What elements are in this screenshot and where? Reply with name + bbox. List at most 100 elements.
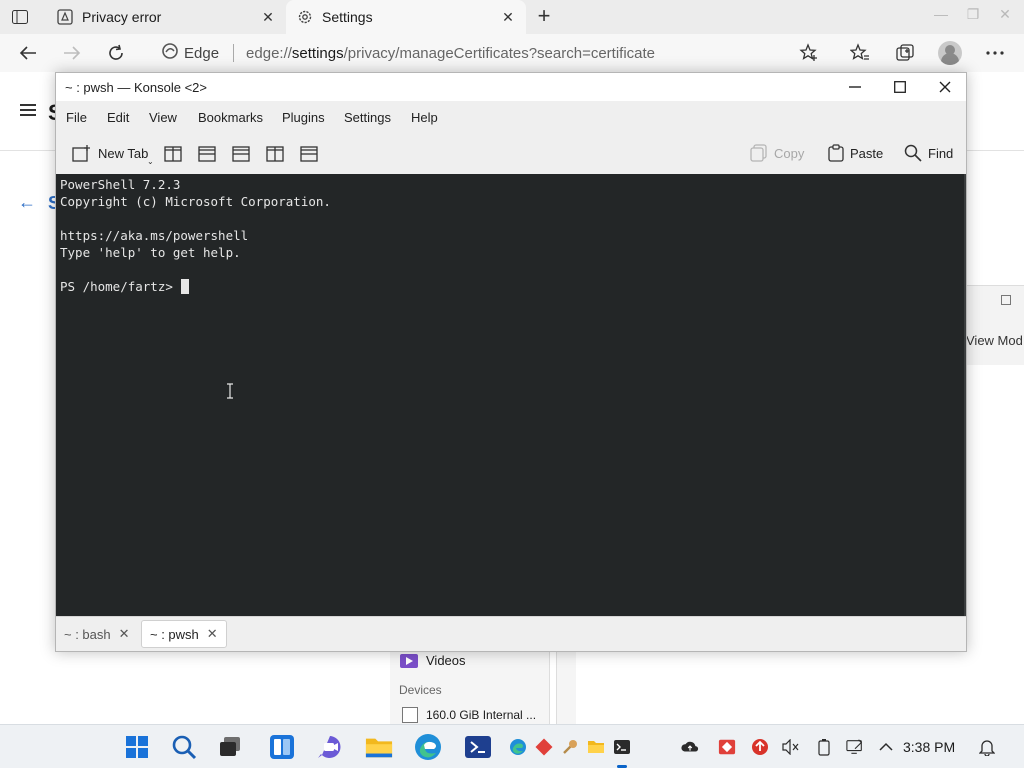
gear-icon [296,8,314,26]
tab-actions-icon[interactable] [10,7,30,27]
favorites-icon[interactable] [849,42,871,64]
split-top-bottom-icon[interactable] [300,145,318,163]
chevron-up-icon[interactable] [877,738,895,756]
close-window-icon[interactable]: ✕ [990,6,1020,26]
text-cursor [181,279,190,294]
split-top-bottom-icon[interactable] [198,145,216,163]
collections-icon[interactable] [894,42,916,64]
onedrive-sync-icon[interactable] [681,738,699,756]
update-icon[interactable] [751,738,769,756]
search-icon [904,144,922,162]
restore-icon[interactable]: ❐ [958,6,988,26]
url-rest: /privacy/manageCertificates?search=certi… [343,44,656,62]
paste-button[interactable]: Paste [828,144,883,162]
new-tab-icon [72,145,90,162]
dialog-view-mode-label: View Mod [966,333,1023,348]
split-left-right-icon[interactable] [266,145,284,163]
windows-start-icon[interactable] [123,733,151,761]
menu-help[interactable]: Help [411,110,438,125]
browser-tabstrip: Privacy error ✕ Settings ✕ + — ❐ ✕ [0,0,1024,34]
session-tab-bash[interactable]: ~ : bash ✕ [56,620,138,648]
menu-bookmarks[interactable]: Bookmarks [198,110,263,125]
terminal-icon[interactable] [613,738,631,756]
prompt-text: PS /home/fartz> [60,279,181,294]
anydesk-icon[interactable] [718,738,736,756]
session-tab-pwsh[interactable]: ~ : pwsh ✕ [141,620,227,648]
profile-avatar[interactable] [938,41,962,65]
folder-icon[interactable] [587,738,605,756]
close-icon[interactable]: ✕ [500,9,516,25]
new-tab-label: New Tab [98,145,149,161]
url-host: edge:// [246,44,292,62]
split-left-right-icon[interactable] [164,145,182,163]
powershell-icon[interactable] [464,733,492,761]
back-arrow-icon[interactable]: ← [18,192,36,213]
background-dialog [966,285,1024,365]
new-tab-button[interactable]: New Tab [72,144,148,162]
display-settings-icon[interactable] [846,738,864,756]
battery-icon[interactable] [815,738,833,756]
clock[interactable]: 3:38 PM [903,739,955,755]
add-favorite-icon[interactable] [798,42,820,64]
maximize-icon[interactable] [888,77,912,97]
tab-title: Settings [322,9,373,25]
url-text[interactable]: edge://settings/privacy/manageCertificat… [246,45,655,62]
copy-label: Copy [774,145,805,161]
file-explorer-icon[interactable] [365,733,393,761]
sidebar-item-disk[interactable]: 160.0 GiB Internal ... [402,707,536,723]
menu-view[interactable]: View [149,110,177,125]
edge-small-icon[interactable] [509,738,527,756]
tool-icon[interactable] [561,738,579,756]
forward-icon[interactable] [60,41,84,65]
menu-file[interactable]: File [66,110,87,125]
menu-plugins[interactable]: Plugins [282,110,325,125]
chat-icon[interactable] [316,733,344,761]
tab-settings[interactable]: Settings ✕ [286,0,526,34]
address-bar[interactable]: Edge edge://settings/privacy/manageCerti… [148,37,828,69]
edge-icon[interactable] [414,733,442,761]
minimize-icon[interactable] [843,77,867,97]
videos-icon [400,653,418,668]
task-view-icon[interactable] [216,733,244,761]
hamburger-menu-icon[interactable] [20,104,36,116]
terminal-line: PowerShell 7.2.3 [60,177,181,192]
refresh-icon[interactable] [104,41,128,65]
new-tab-button[interactable]: + [533,5,555,27]
find-button[interactable]: Find [904,144,953,162]
close-icon[interactable]: ✕ [207,626,218,642]
edge-icon [162,43,178,63]
session-tabbar: ~ : bash ✕ ~ : pwsh ✕ [56,616,966,651]
search-icon[interactable] [170,733,198,761]
split-top-bottom-icon[interactable] [232,145,250,163]
widgets-icon[interactable] [268,733,296,761]
menu-edit[interactable]: Edit [107,110,129,125]
scrollbar[interactable] [964,174,966,616]
paste-label: Paste [850,145,884,161]
sidebar-item-videos[interactable]: Videos [400,653,466,668]
close-icon[interactable] [933,77,957,97]
window-title: ~ : pwsh — Konsole <2> [65,80,208,95]
close-icon[interactable]: ✕ [119,626,130,642]
notification-bell-icon[interactable] [978,738,996,756]
maximize-icon[interactable] [1001,295,1011,305]
chevron-down-icon[interactable]: ⌄ [147,157,154,166]
tab-title: Privacy error [82,9,162,25]
konsole-titlebar[interactable]: ~ : pwsh — Konsole <2> [56,73,966,101]
git-icon[interactable] [535,738,553,756]
copy-button[interactable]: Copy [750,144,804,162]
file-manager-edge [556,648,576,724]
back-icon[interactable] [16,41,40,65]
sidebar-item-label: Videos [426,653,466,668]
more-menu-icon[interactable] [984,42,1006,64]
terminal-line: Copyright (c) Microsoft Corporation. [60,194,331,209]
mouse-ibeam-cursor-icon [227,383,233,399]
volume-muted-icon[interactable] [782,738,800,756]
disk-icon [402,707,418,723]
close-icon[interactable]: ✕ [260,9,276,25]
minimize-icon[interactable]: — [926,6,956,26]
sidebar-item-label: 160.0 GiB Internal ... [426,708,537,722]
menu-settings[interactable]: Settings [344,110,391,125]
tab-privacy-error[interactable]: Privacy error ✕ [46,0,286,34]
terminal-output[interactable]: PowerShell 7.2.3 Copyright (c) Microsoft… [56,174,966,616]
privacy-error-icon [56,8,74,26]
